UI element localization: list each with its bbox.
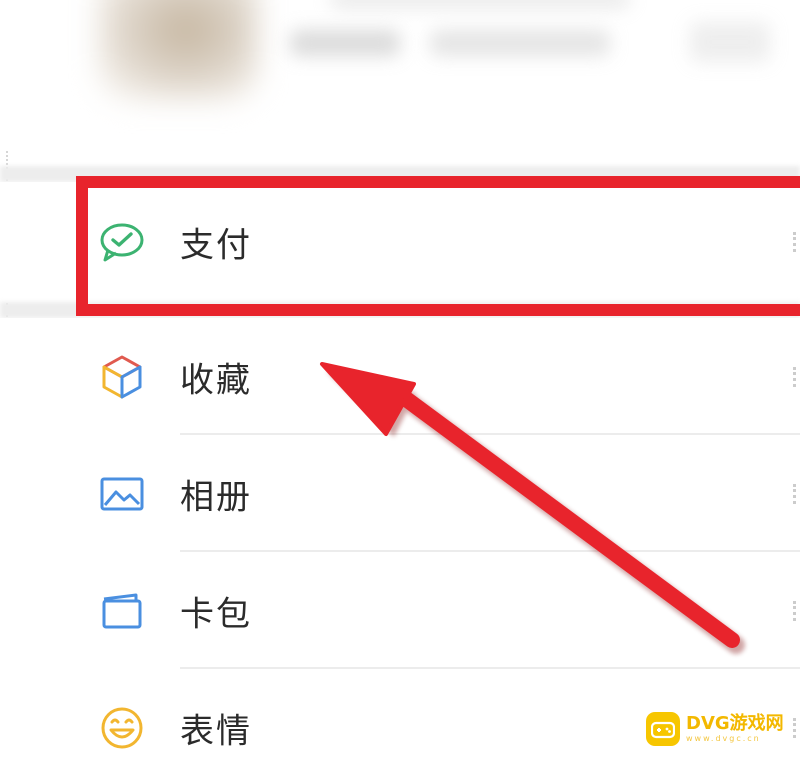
me-menu-list: 支付 收藏 相册 卡包 表情 (0, 182, 800, 757)
blurred-nickname (330, 0, 630, 8)
site-watermark: DVG游戏网 www.dvgc.cn (646, 708, 796, 750)
chevron-right-icon (793, 232, 800, 252)
menu-item-label: 支付 (180, 225, 252, 266)
menu-item-label: 相册 (180, 477, 252, 517)
section-divider (0, 166, 800, 182)
wallet-icon (102, 593, 142, 628)
chevron-right-icon (793, 600, 800, 621)
chevron-right-icon (793, 483, 800, 504)
cube-icon (102, 355, 142, 398)
watermark-title: DVG游戏网 (686, 713, 784, 734)
wechat-pay-icon (100, 223, 144, 262)
chevron-right-icon (793, 366, 800, 387)
watermark-url: www.dvgc.cn (686, 734, 761, 743)
blurred-wechat-id (290, 30, 400, 56)
menu-item-label: 收藏 (180, 360, 252, 400)
section-divider (0, 302, 800, 318)
smiley-icon (101, 707, 143, 748)
blurred-qr-code-icon[interactable] (690, 22, 770, 62)
menu-item-pay[interactable]: 支付 (0, 182, 800, 302)
menu-item-album[interactable]: 相册 (0, 435, 800, 552)
photo-icon (100, 477, 144, 510)
avatar[interactable] (98, 0, 258, 100)
wechat-me-screen: 支付 收藏 相册 卡包 表情 DVG游戏网 www.dvgc.cn (0, 0, 800, 757)
blurred-wechat-id-value (430, 30, 610, 56)
menu-item-cards[interactable]: 卡包 (0, 552, 800, 669)
gamepad-logo-icon (646, 712, 680, 746)
menu-item-label: 卡包 (180, 594, 252, 634)
menu-item-label: 表情 (180, 711, 252, 751)
menu-item-favorites[interactable]: 收藏 (0, 318, 800, 435)
profile-header[interactable] (0, 0, 800, 150)
